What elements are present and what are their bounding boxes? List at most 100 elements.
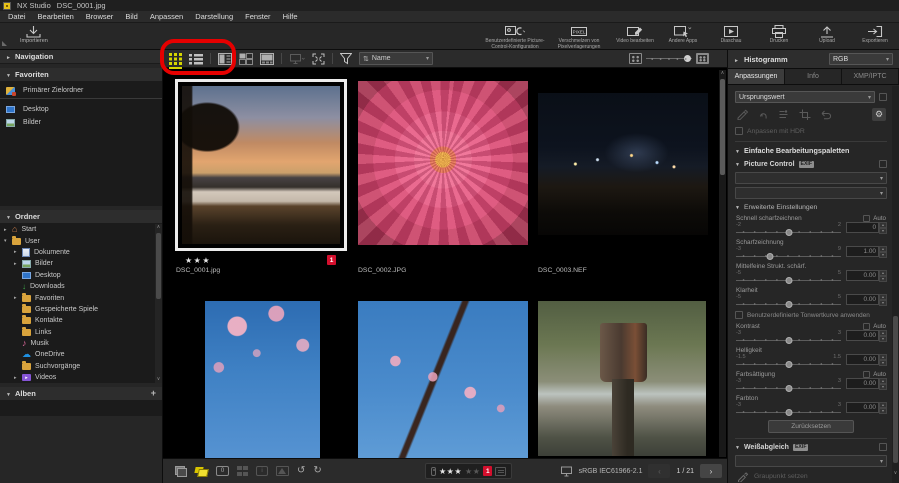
tree-item-favoriten[interactable]: Favoriten (0, 292, 162, 303)
tree-item-gespeicherte-spiele[interactable]: Gespeicherte Spiele (0, 304, 162, 315)
slider-track[interactable] (735, 336, 842, 344)
thumbnail-image-dsc0002[interactable] (358, 81, 528, 245)
info-overlay-icon[interactable]: i (256, 466, 268, 476)
navigation-section-header[interactable]: Navigation (0, 50, 162, 64)
scrollbar-thumb[interactable] (893, 316, 898, 463)
label-badge[interactable]: 1 (483, 466, 492, 476)
revert-icon[interactable] (820, 109, 832, 120)
brush-icon[interactable] (736, 109, 748, 120)
expander-icon[interactable] (14, 295, 22, 301)
slider-track[interactable] (735, 276, 842, 284)
slider-thumb[interactable] (785, 409, 792, 416)
multi-image-view-button[interactable] (239, 53, 253, 65)
slider-track[interactable] (735, 252, 842, 260)
settings-gear-button[interactable] (872, 108, 886, 121)
rotate-right-icon[interactable] (313, 466, 321, 476)
scroll-up-icon[interactable] (155, 224, 162, 231)
rating-stars-filled[interactable]: ★★★ (439, 467, 462, 476)
image-filmstrip-view-button[interactable] (260, 53, 274, 65)
tree-item-onedrive[interactable]: OneDrive (0, 349, 162, 360)
advanced-settings-header[interactable]: Erweiterte Einstellungen (735, 204, 887, 211)
video-edit-button[interactable]: Video bearbeiten (611, 25, 659, 44)
tone-curve-checkbox[interactable] (735, 311, 743, 319)
slider-track[interactable] (735, 300, 842, 308)
rotate-left-icon[interactable] (297, 466, 305, 476)
secondary-display-button[interactable] (289, 53, 305, 65)
thumbnail-image-dsc0003[interactable] (538, 93, 708, 235)
import-button[interactable]: Importieren (20, 25, 48, 44)
value-field[interactable]: 0.00 (846, 354, 879, 365)
histogram-overlay-icon[interactable] (276, 466, 289, 476)
hdr-checkbox[interactable] (735, 127, 743, 135)
gray-point-button[interactable]: Graupunkt setzen (735, 471, 887, 482)
slider-thumb[interactable] (785, 277, 792, 284)
menu-datei[interactable]: Datei (8, 12, 26, 21)
expander-icon[interactable] (14, 261, 22, 267)
white-balance-header[interactable]: Weißabgleich EXIF (735, 438, 887, 451)
value-spinner[interactable] (879, 246, 887, 257)
favorite-desktop[interactable]: Desktop (0, 103, 162, 116)
thumbnail-image-blossom-branch[interactable] (358, 301, 528, 458)
auto-checkbox[interactable] (863, 323, 870, 330)
slider-track[interactable] (735, 408, 842, 416)
expander-icon[interactable] (14, 375, 22, 381)
levels-icon[interactable] (778, 109, 790, 120)
menu-hilfe[interactable]: Hilfe (283, 12, 298, 21)
expander-icon[interactable] (14, 249, 22, 255)
folders-section-header[interactable]: Ordner (0, 210, 162, 224)
slider-thumb[interactable] (767, 253, 774, 260)
folder-tree-scrollbar[interactable] (155, 224, 162, 383)
tree-item-user[interactable]: User (0, 235, 162, 246)
auto-checkbox[interactable] (863, 371, 870, 378)
grid-overlay-icon[interactable] (237, 466, 248, 476)
favorites-section-header[interactable]: Favoriten (0, 68, 162, 82)
expander-icon[interactable] (4, 227, 12, 233)
pixel-shift-merge-button[interactable]: PIXEL Verschmelzen von Pixelverlagerunge… (547, 25, 611, 50)
tree-item-videos[interactable]: Videos (0, 372, 162, 383)
slider-track[interactable] (735, 384, 842, 392)
tree-item-start[interactable]: Start (0, 224, 162, 235)
thumbnail-size-large-button[interactable] (696, 53, 709, 64)
rating-stars[interactable]: ★★★ (185, 256, 211, 265)
tree-item-kontakte[interactable]: Kontakte (0, 315, 162, 326)
simple-palettes-header[interactable]: Einfache Bearbeitungspaletten (735, 141, 887, 155)
other-apps-button[interactable]: Andere Apps (659, 25, 707, 44)
white-balance-checkbox[interactable] (879, 443, 887, 451)
rating-stars-empty[interactable]: ★★ (465, 467, 480, 476)
picture-control-dropdown-1[interactable] (735, 172, 887, 184)
add-album-button[interactable]: + (151, 389, 156, 398)
menu-bild[interactable]: Bild (125, 12, 138, 21)
tree-item-bilder[interactable]: Bilder (0, 258, 162, 269)
thumbnail-size-small-button[interactable] (629, 53, 642, 64)
label-filter-icon[interactable]: 0 (216, 466, 229, 476)
tree-item-downloads[interactable]: Downloads (0, 281, 162, 292)
slider-thumb[interactable] (785, 361, 792, 368)
favorite-pictures[interactable]: Bilder (0, 116, 162, 129)
expander-icon[interactable] (4, 238, 12, 244)
list-view-button[interactable] (189, 53, 203, 65)
value-field[interactable]: 0.00 (846, 270, 879, 281)
value-spinner[interactable] (879, 378, 887, 389)
value-field[interactable]: 0.00 (846, 330, 879, 341)
crop-icon[interactable] (799, 109, 811, 120)
scrollbar-thumb[interactable] (720, 79, 725, 175)
slider-thumb[interactable] (785, 229, 792, 236)
scroll-down-icon[interactable] (892, 470, 899, 477)
value-spinner[interactable] (879, 330, 887, 341)
value-spinner[interactable] (879, 354, 887, 365)
sort-dropdown[interactable]: Name (359, 52, 433, 65)
menu-fenster[interactable]: Fenster (245, 12, 270, 21)
preset-dropdown[interactable]: Ursprungswert (735, 91, 875, 103)
slider-thumb[interactable] (785, 385, 792, 392)
thumbnail-selected[interactable] (175, 79, 347, 251)
tree-item-suchvorgaenge[interactable]: Suchvorgänge (0, 361, 162, 372)
previous-image-button[interactable]: ‹ (648, 464, 670, 478)
histogram-header[interactable]: Histogramm RGB (728, 50, 899, 68)
tree-item-musik[interactable]: Musik (0, 338, 162, 349)
white-balance-dropdown[interactable] (735, 455, 887, 467)
slideshow-button[interactable]: Diaschau (707, 25, 755, 44)
slider-thumb[interactable] (785, 337, 792, 344)
menu-browser[interactable]: Browser (86, 12, 114, 21)
slider-thumb[interactable] (785, 301, 792, 308)
thumbnail-image-bucket[interactable] (538, 301, 706, 456)
